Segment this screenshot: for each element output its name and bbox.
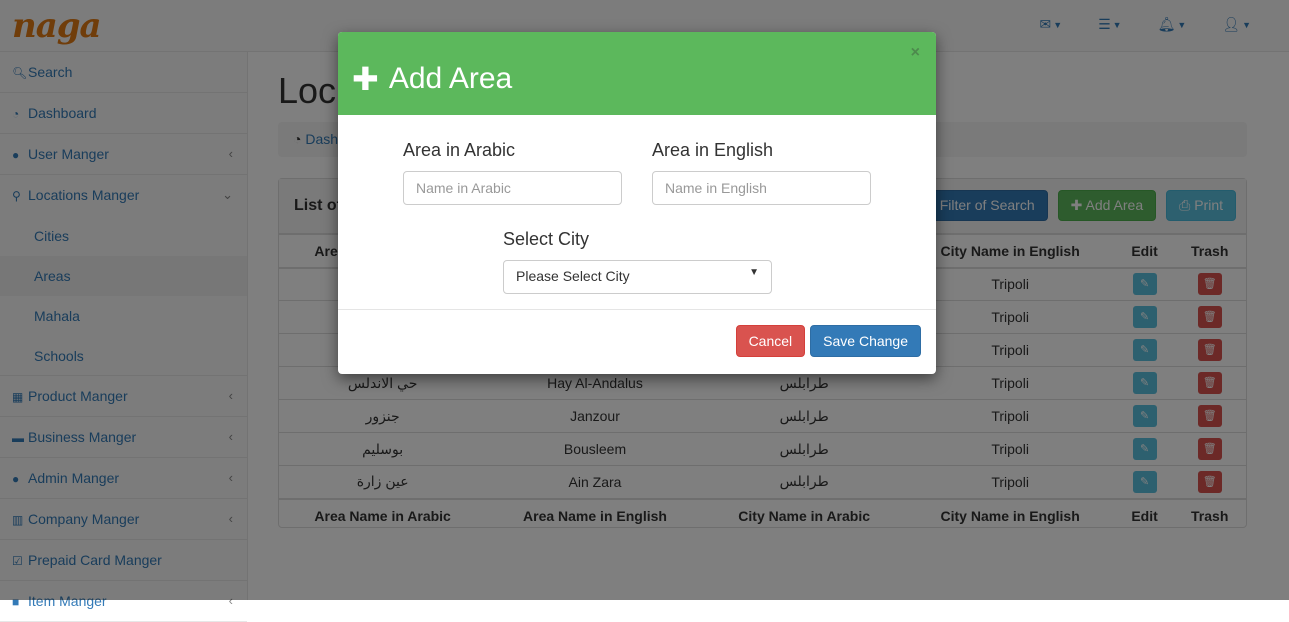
modal-footer: Cancel Save Change bbox=[338, 309, 936, 374]
area-arabic-label: Area in Arabic bbox=[403, 140, 516, 160]
city-select-value: Please Select City bbox=[516, 268, 630, 284]
cancel-button[interactable]: Cancel bbox=[735, 325, 806, 357]
add-area-modal: ✚ Add Area × Area in Arabic Area in Engl… bbox=[338, 32, 936, 374]
modal-actions: Cancel Save Change bbox=[735, 325, 921, 357]
area-arabic-input[interactable] bbox=[403, 171, 622, 205]
select-city-label: Select City bbox=[503, 229, 590, 249]
plus-icon: ✚ bbox=[352, 61, 379, 97]
caret-down-icon: ▼ bbox=[749, 267, 759, 278]
modal-header: ✚ Add Area × bbox=[338, 32, 936, 115]
save-change-button[interactable]: Save Change bbox=[810, 325, 921, 357]
modal-title: ✚ Add Area bbox=[352, 60, 512, 98]
area-english-input[interactable] bbox=[652, 171, 871, 205]
modal-title-text: Add Area bbox=[388, 62, 513, 95]
city-select[interactable]: Please Select City ▼ bbox=[503, 260, 772, 294]
close-icon[interactable]: × bbox=[911, 44, 920, 62]
area-english-label: Area in English bbox=[652, 140, 774, 160]
